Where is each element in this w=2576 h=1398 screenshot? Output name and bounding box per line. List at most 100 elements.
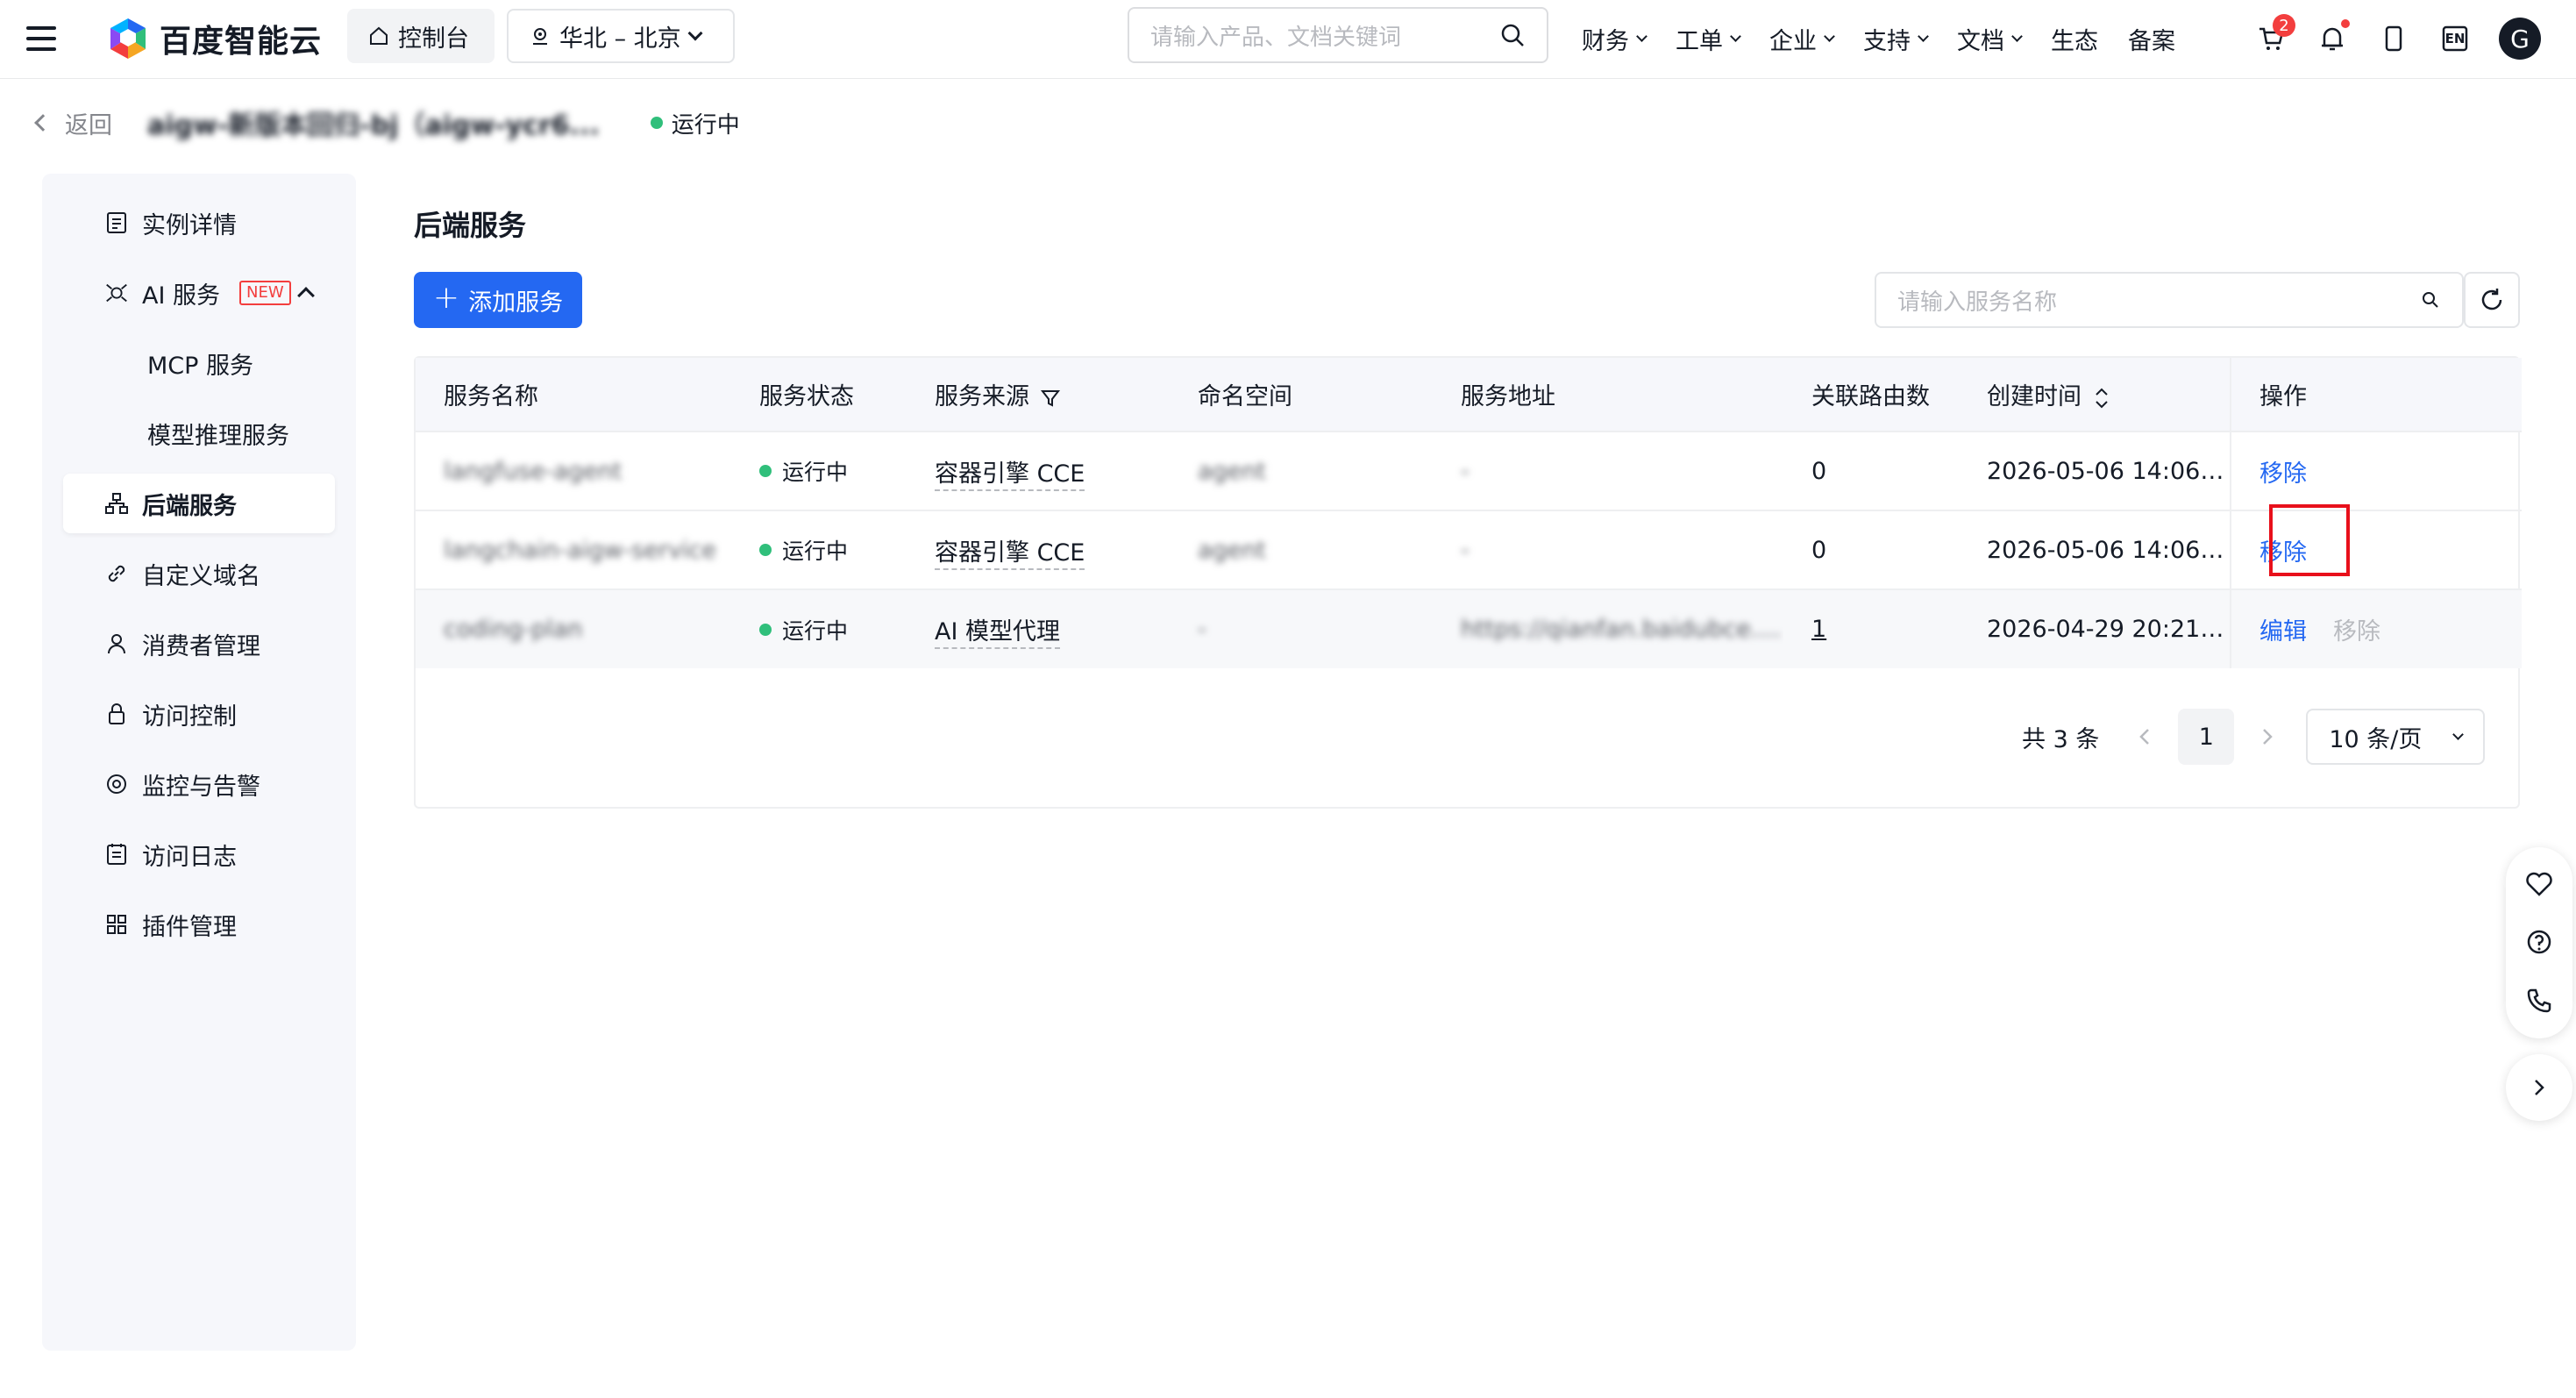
pagination-total: 共 3 条 [2022,725,2100,753]
menu-docs[interactable]: 文档 [1957,22,2023,56]
service-name: langchain-aigw-service [444,536,716,564]
cart-count-badge: 2 [2273,14,2295,37]
collapse-toolbar-button[interactable] [2506,1054,2572,1121]
service-status: 运行中 [759,534,907,566]
column-header-created-time[interactable]: 创建时间 [1959,358,2231,432]
pagination: 共 3 条 1 10 条/页 [2022,709,2486,765]
console-label: 控制台 [398,25,469,53]
service-namespace: agent [1198,457,1266,485]
route-count: 0 [1811,536,1827,564]
link-icon [103,560,130,587]
sidebar-item-mcp-service[interactable]: MCP 服务 [63,333,335,393]
add-service-label: 添加服务 [468,289,564,317]
search-icon[interactable] [1499,22,1526,48]
language-icon[interactable]: EN [2437,21,2473,56]
column-header-actions: 操作 [2230,358,2522,432]
add-service-button[interactable]: + 添加服务 [414,272,582,328]
menu-support[interactable]: 支持 [1863,22,1929,56]
column-header-status: 服务状态 [759,383,854,410]
service-search-input[interactable]: 请输入服务名称 [1875,272,2464,328]
user-icon [103,631,130,657]
mobile-icon[interactable] [2376,21,2411,56]
column-header-source[interactable]: 服务来源 [907,358,1170,432]
chevron-up-icon[interactable] [297,287,315,304]
service-search-placeholder: 请输入服务名称 [1897,289,2058,316]
sidebar-item-label: 模型推理服务 [147,422,289,450]
sidebar-item-consumer-management[interactable]: 消费者管理 [63,614,335,674]
menu-icon[interactable] [26,21,61,56]
search-icon[interactable] [2420,289,2441,310]
remove-button[interactable]: 移除 [2259,460,2307,488]
bell-icon[interactable] [2315,19,2350,56]
next-page-icon[interactable] [2250,719,2285,754]
brand-logo[interactable]: 百度智能云 [107,14,322,63]
menu-enterprise[interactable]: 企业 [1769,22,1835,56]
instance-status-badge: 运行中 [650,107,740,139]
chevron-left-icon[interactable] [34,114,52,132]
service-status: 运行中 [759,455,907,487]
new-badge: NEW [239,281,291,305]
refresh-button[interactable] [2464,272,2520,328]
help-icon[interactable] [2525,928,2553,956]
sort-icon[interactable] [2094,387,2110,410]
chevron-down-icon [2011,30,2023,42]
sidebar-item-custom-domain[interactable]: 自定义域名 [63,544,335,603]
global-search-input[interactable]: 请输入产品、文档关键词 [1128,7,1548,63]
column-header-route-count: 关联路由数 [1811,383,1930,410]
heart-icon[interactable] [2525,871,2553,897]
table-header-row: 服务名称 服务状态 服务来源 命名空间 服务地址 关联路由数 创建时间 操作 [416,358,2522,432]
menu-finance[interactable]: 财务 [1582,22,1647,56]
sidebar-item-access-control[interactable]: 访问控制 [63,684,335,744]
sidebar-item-monitoring[interactable]: 监控与告警 [63,754,335,814]
menu-ticket[interactable]: 工单 [1676,22,1741,56]
service-namespace: agent [1198,536,1266,564]
cart-icon[interactable]: 2 [2253,14,2295,56]
top-icon-group: 2 EN G [2253,14,2541,63]
back-link[interactable]: 返回 [65,106,112,140]
home-icon [370,26,388,45]
log-icon [103,841,130,867]
sidebar-item-model-inference[interactable]: 模型推理服务 [63,403,335,463]
remove-button-disabled: 移除 [2333,618,2380,646]
language-label: EN [2444,31,2466,46]
instance-status-label: 运行中 [671,111,740,139]
status-dot [759,623,772,636]
column-header-name: 服务名称 [444,383,538,410]
route-count-link[interactable]: 1 [1811,616,1826,643]
service-source[interactable]: AI 模型代理 [935,618,1061,649]
region-selector[interactable]: 华北 – 北京 [507,9,735,63]
notification-dot [2341,19,2350,28]
sidebar-item-label: MCP 服务 [147,352,254,380]
status-dot [759,465,772,477]
menu-ecosystem[interactable]: 生态 [2051,22,2098,56]
page-number[interactable]: 1 [2178,709,2235,765]
filter-icon[interactable] [1040,388,1061,409]
menu-filing[interactable]: 备案 [2128,22,2175,56]
floating-toolbar [2506,847,2572,1038]
top-menu: 财务 工单 企业 支持 文档 生态 备案 [1582,19,2175,58]
sidebar-item-label: 后端服务 [142,492,237,520]
service-namespace: - [1198,616,1206,643]
sidebar-item-label: 消费者管理 [142,632,260,660]
created-time: 2026-04-29 20:21:17 [1987,616,2231,643]
sidebar-item-label: 自定义域名 [142,562,260,590]
edit-button[interactable]: 编辑 [2259,618,2307,646]
sidebar-item-instance-detail[interactable]: 实例详情 [63,193,335,253]
sidebar-item-access-log[interactable]: 访问日志 [63,824,335,884]
phone-icon[interactable] [2525,987,2553,1015]
route-count: 0 [1811,457,1827,485]
avatar[interactable]: G [2499,18,2541,60]
console-button[interactable]: 控制台 [347,9,495,63]
chevron-down-icon [687,25,703,41]
created-time: 2026-05-06 14:06:17 [1987,457,2231,485]
sidebar-item-ai-service[interactable]: AI 服务 NEW [63,263,335,323]
service-source[interactable]: 容器引擎 CCE [935,460,1085,491]
table-row: coding-plan 运行中 AI 模型代理 - https://qianfa… [416,589,2522,668]
page-size-select[interactable]: 10 条/页 [2306,709,2486,765]
sidebar-item-plugin-management[interactable]: 插件管理 [63,895,335,954]
sidebar-item-label: 插件管理 [142,913,237,941]
prev-page-icon[interactable] [2127,719,2162,754]
sidebar-item-backend-service[interactable]: 后端服务 [63,474,335,533]
service-source[interactable]: 容器引擎 CCE [935,539,1085,570]
service-name: langfuse-agent [444,457,623,485]
